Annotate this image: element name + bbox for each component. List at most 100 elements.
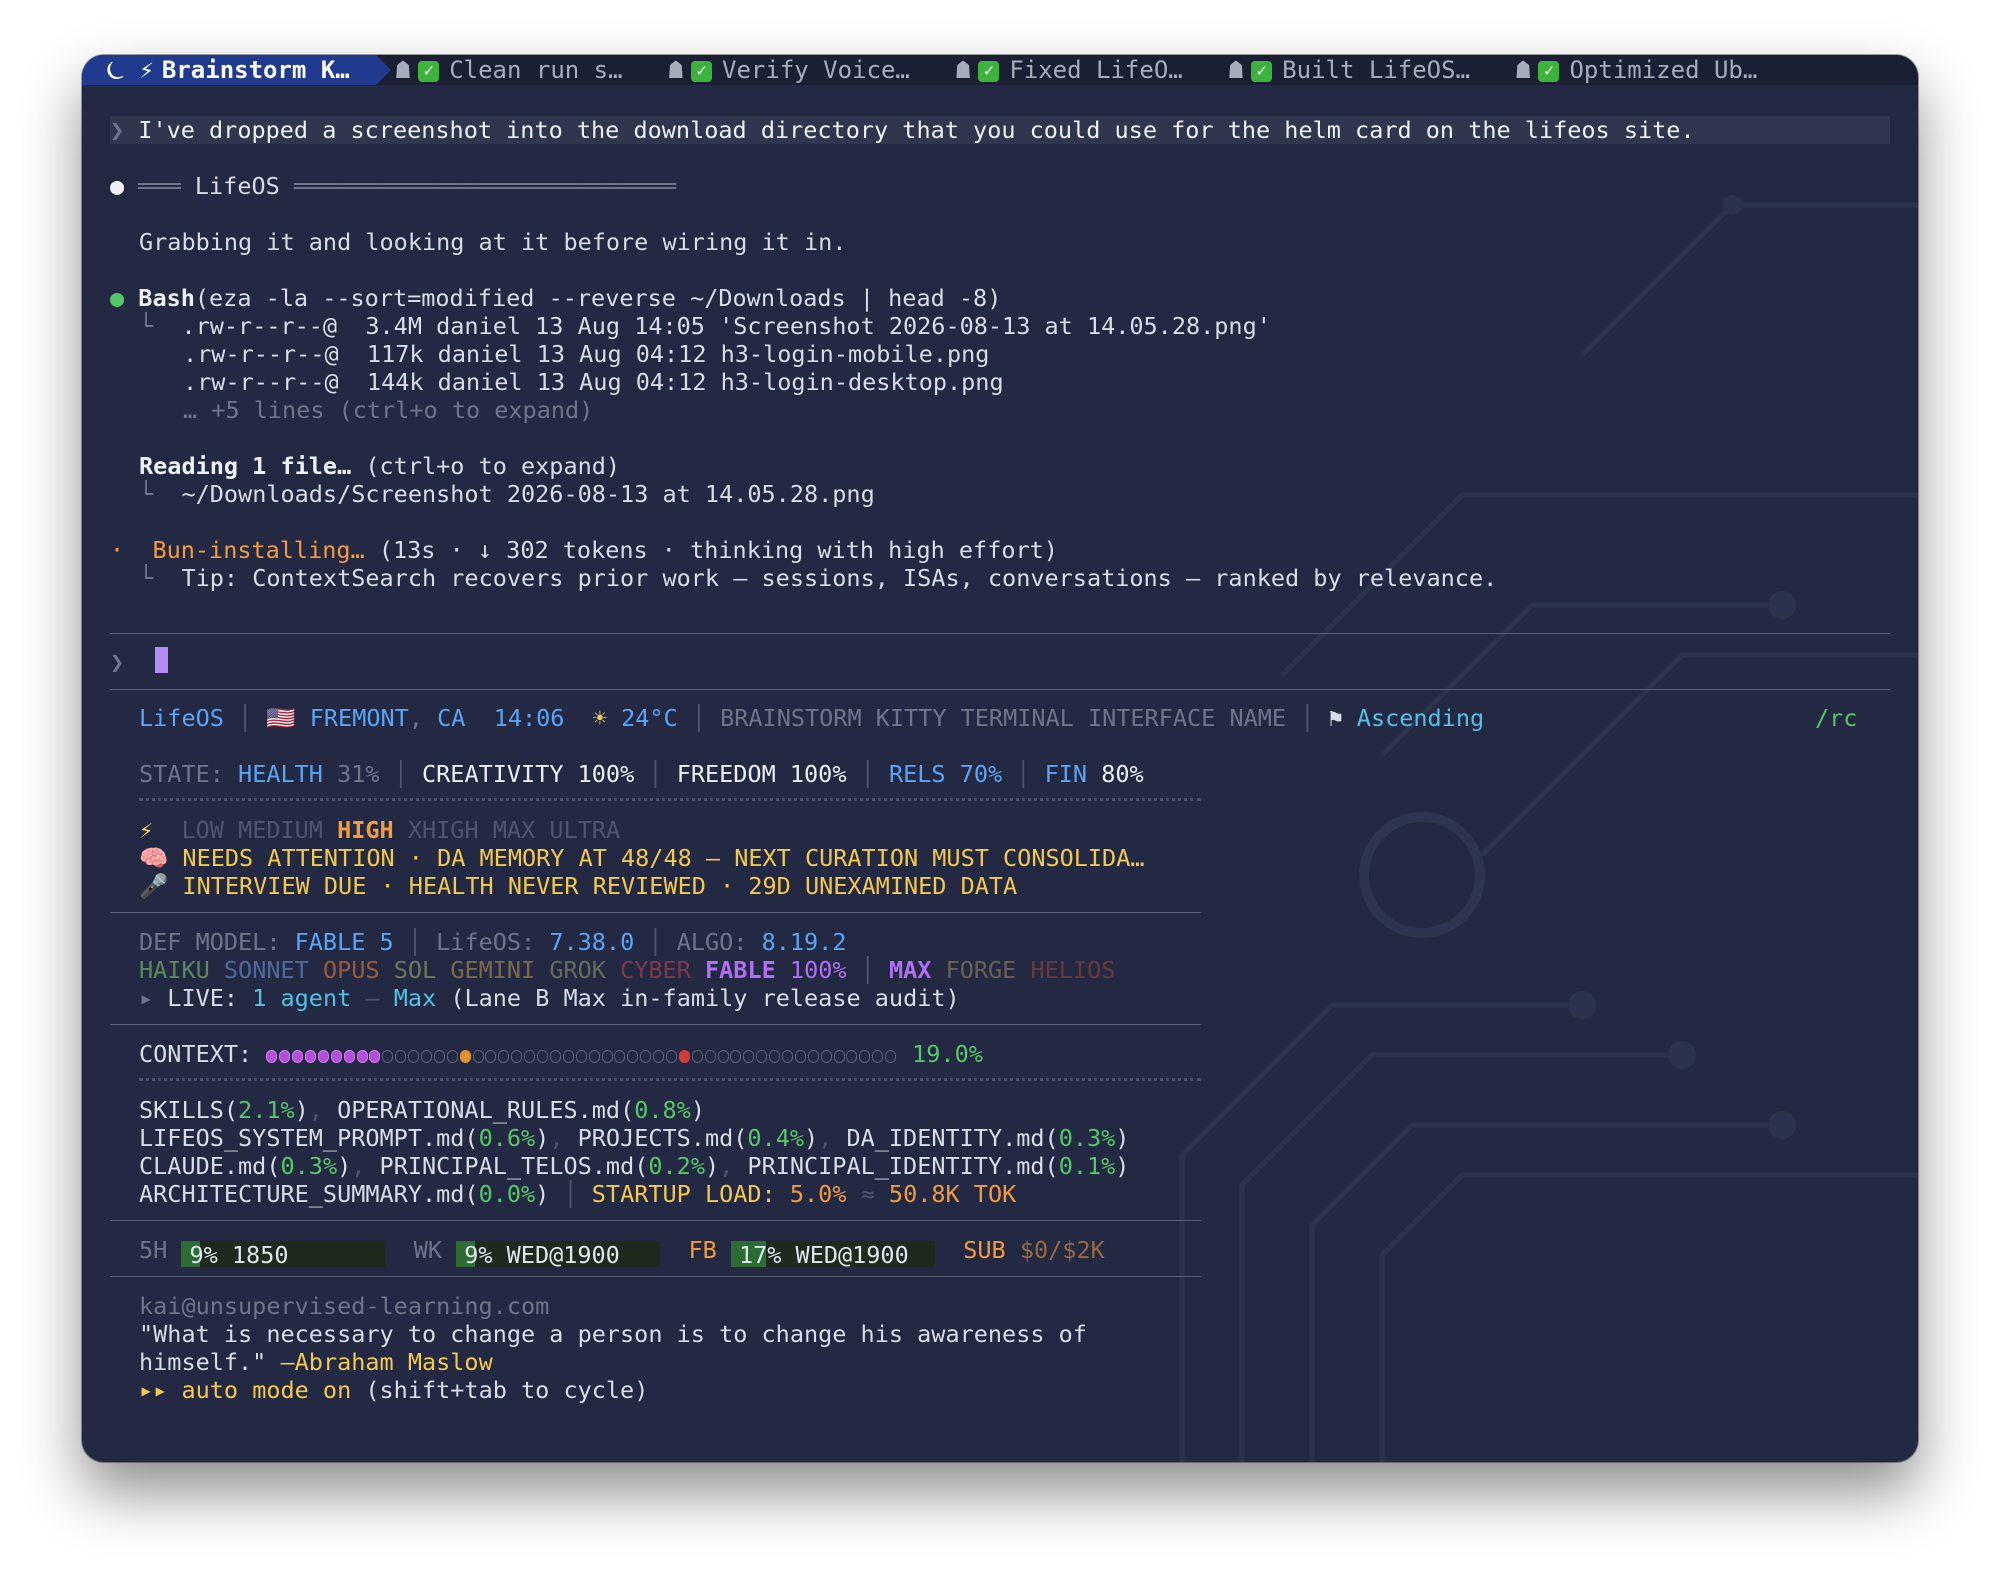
tab-built-lifeos[interactable]: ☗ ✓ Built LifeOS…	[1209, 55, 1496, 85]
context-line: CONTEXT: 19.0%	[139, 1040, 983, 1068]
file-line-1: SKILLS(2.1%), OPERATIONAL_RULES.md(0.8%)	[139, 1096, 705, 1124]
usage-bar-fb: 17% WED@1900	[730, 1241, 935, 1269]
checkmark-icon: ✓	[691, 61, 713, 82]
tab-clean-run[interactable]: ☗ ✓ Clean run s…	[376, 55, 649, 85]
sun-icon: ☀	[592, 704, 607, 732]
state-value: 70%	[959, 760, 1003, 788]
text-cursor[interactable]	[155, 647, 168, 673]
state-line: STATE: HEALTH 31% │ CREATIVITY 100% │ FR…	[139, 760, 1144, 788]
status-dot-icon: ●	[110, 284, 139, 312]
context-segment	[575, 1050, 587, 1063]
quote-line-2: himself." —Abraham Maslow	[139, 1348, 493, 1376]
checkmark-icon: ✓	[978, 61, 1000, 82]
context-segment	[627, 1050, 639, 1063]
context-segment	[317, 1050, 329, 1063]
reading-status: Reading 1 file… (ctrl+o to expand)	[139, 452, 620, 480]
divider	[110, 1276, 1201, 1277]
helmet-icon: ☗	[1228, 56, 1244, 84]
active-model: FABLE	[705, 956, 776, 984]
terminal-window: ⏾ ⚡ Brainstorm K… ☗ ✓ Clean run s… ☗ ✓ Verify…	[82, 55, 1918, 1462]
checkmark-icon: ✓	[1538, 61, 1560, 82]
terminal-content: ❯ I've dropped a screenshot into the dow…	[82, 55, 1857, 1427]
section-title: LifeOS	[194, 172, 280, 200]
helmet-icon: ☗	[668, 56, 684, 84]
context-segment	[472, 1050, 484, 1063]
helmet-icon: ☗	[1516, 56, 1531, 84]
state-key: RELS	[888, 760, 946, 788]
usage-line: 5H 9% 1850 WK 9% WED@1900 FB 17% WED@190…	[139, 1236, 1105, 1269]
tab-optimized[interactable]: ☗ ✓ Optimized Ub…	[1496, 55, 1783, 85]
file-line-4: ARCHITECTURE_SUMMARY.md(0.0%) │ STARTUP …	[139, 1180, 1017, 1208]
context-segment	[408, 1050, 420, 1063]
region: CA	[437, 704, 466, 732]
model-line: DEF MODEL: FABLE 5 │ LifeOS: 7.38.0 │ AL…	[139, 928, 847, 956]
default-model: FABLE 5	[294, 928, 394, 956]
input-top-divider	[110, 633, 1890, 634]
flag-icon: ⚑	[1328, 704, 1357, 732]
state-key: FIN	[1044, 760, 1088, 788]
bash-output-line: .rw-r--r--@ 144k daniel 13 Aug 04:12 h3-…	[183, 368, 1004, 396]
context-segment	[704, 1050, 716, 1063]
quote-author: —Abraham Maslow	[280, 1348, 493, 1376]
context-segment	[588, 1050, 600, 1063]
context-segment	[678, 1050, 690, 1063]
context-segment	[730, 1050, 742, 1063]
rc-command[interactable]: /rc	[1815, 704, 1857, 732]
state-value: 100%	[789, 760, 847, 788]
context-segment	[743, 1050, 755, 1063]
tab-verify-voice[interactable]: ☗ ✓ Verify Voice…	[649, 55, 936, 85]
user-prompt-line: ❯ I've dropped a screenshot into the dow…	[110, 116, 1695, 144]
context-segment	[756, 1050, 768, 1063]
context-progress-bar	[266, 1050, 898, 1063]
expand-hint[interactable]: … +5 lines (ctrl+o to expand)	[183, 396, 593, 424]
bash-command: (eza -la --sort=modified --reverse ~/Dow…	[194, 284, 1002, 312]
bash-call: ● Bash(eza -la --sort=modified --reverse…	[110, 284, 1001, 312]
context-segment	[665, 1050, 677, 1063]
reading-label: Reading 1 file…	[139, 452, 352, 480]
tab-label: Brainstorm K…	[161, 56, 350, 84]
context-segment	[537, 1050, 549, 1063]
context-segment	[653, 1050, 665, 1063]
context-segment	[872, 1050, 884, 1063]
section-header: ● ═══ LifeOS ═══════════════════════════	[110, 172, 676, 200]
context-segment	[820, 1050, 832, 1063]
bash-output-line: .rw-r--r--@ 117k daniel 13 Aug 04:12 h3-…	[183, 340, 990, 368]
context-segment	[266, 1050, 278, 1063]
context-segment	[769, 1050, 781, 1063]
dotted-divider	[139, 1078, 1201, 1081]
account-email: kai@unsupervised-learning.com	[139, 1292, 550, 1320]
us-flag-icon: 🇺🇸	[266, 704, 310, 732]
effort-line: ⚡ LOW MEDIUM HIGH XHIGH MAX ULTRA	[139, 816, 621, 844]
spinner-status: · Bun-installing… (13s · ↓ 302 tokens · …	[110, 536, 1058, 564]
statusline-top: LifeOS │ 🇺🇸 FREMONT, CA 14:06 ☀ 24°C │ B…	[139, 704, 1485, 732]
context-segment	[885, 1050, 897, 1063]
context-segment	[446, 1050, 458, 1063]
bash-output-line: └ .rw-r--r--@ 3.4M daniel 13 Aug 14:05 '…	[139, 312, 1271, 340]
context-segment	[640, 1050, 652, 1063]
context-segment	[395, 1050, 407, 1063]
divider	[110, 1024, 1201, 1025]
context-segment	[614, 1050, 626, 1063]
helmet-icon: ☗	[395, 56, 411, 84]
spinner-icon: ·	[110, 536, 153, 564]
context-segment	[459, 1050, 471, 1063]
play-icon: ▸	[139, 984, 168, 1012]
spinner-verb: Bun-installing…	[152, 536, 365, 564]
divider	[110, 1220, 1201, 1221]
tab-label: Optimized Ub…	[1569, 56, 1758, 84]
tab-label: Verify Voice…	[722, 56, 910, 84]
context-segment	[382, 1050, 394, 1063]
context-segment	[794, 1050, 806, 1063]
prompt-chevron-icon: ❯	[110, 116, 139, 144]
reading-path: └ ~/Downloads/Screenshot 2026-08-13 at 1…	[139, 480, 875, 508]
context-segment	[846, 1050, 858, 1063]
divider	[110, 912, 1201, 913]
file-line-3: CLAUDE.md(0.3%), PRINCIPAL_TELOS.md(0.2%…	[139, 1152, 1130, 1180]
tab-bar: ⏾ ⚡ Brainstorm K… ☗ ✓ Clean run s… ☗ ✓ Verify…	[82, 55, 1918, 85]
context-segment	[305, 1050, 317, 1063]
context-segment	[498, 1050, 510, 1063]
input-bottom-divider	[110, 689, 1890, 690]
tool-name: Bash	[138, 284, 195, 312]
usage-bar-5h: 9% 1850	[181, 1241, 386, 1269]
tab-fixed-lifeos[interactable]: ☗ ✓ Fixed LifeO…	[936, 55, 1209, 85]
